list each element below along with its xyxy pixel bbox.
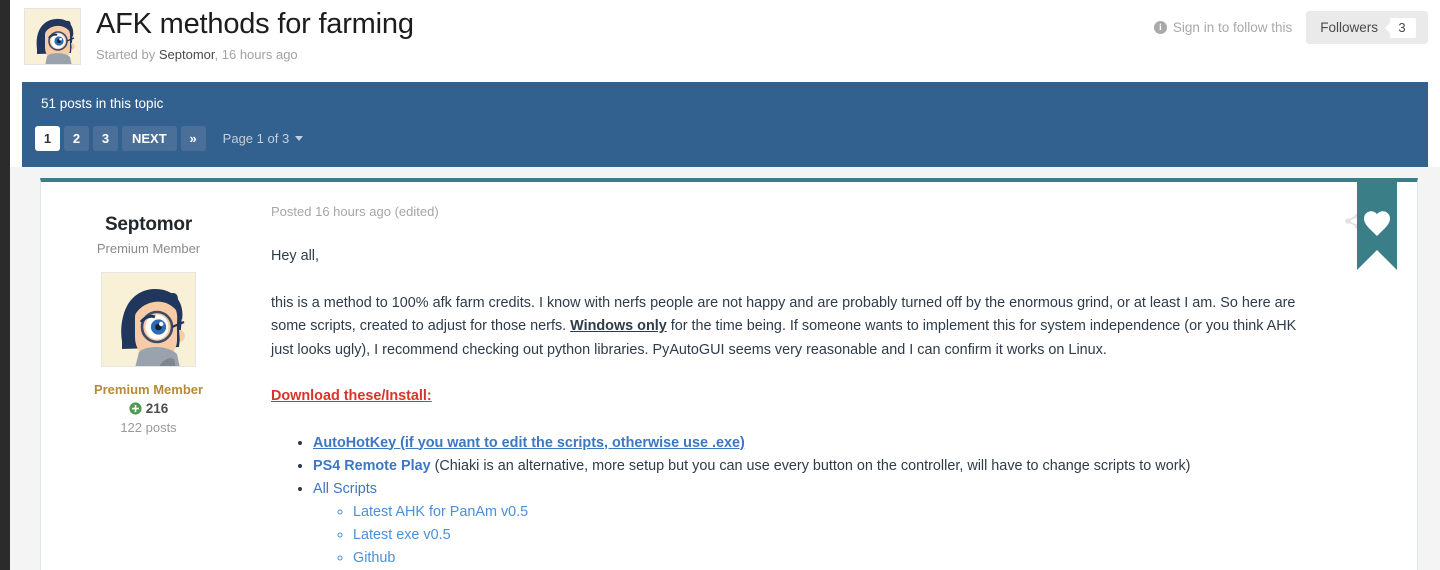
page-title: AFK methods for farming <box>96 8 414 40</box>
windows-only-emphasis: Windows only <box>570 318 667 334</box>
page-of-label: Page 1 of 3 <box>222 131 290 146</box>
thread-header: AFK methods for farming Started by Septo… <box>10 0 1440 82</box>
latest-exe-link[interactable]: Latest exe v0.5 <box>353 527 451 543</box>
last-page-button[interactable]: » <box>180 126 206 151</box>
list-item: AutoHotKey (if you want to edit the scri… <box>313 432 1307 455</box>
sign-in-to-follow[interactable]: i Sign in to follow this <box>1153 20 1293 35</box>
page-button-3[interactable]: 3 <box>93 126 118 151</box>
sign-in-to-follow-label: Sign in to follow this <box>1172 20 1293 35</box>
autohotkey-link[interactable]: AutoHotKey (if you want to edit the scri… <box>313 435 745 451</box>
list-item: Latest exe v0.5 <box>353 524 1307 547</box>
post-timestamp[interactable]: Posted 16 hours ago (edited) <box>271 204 1307 219</box>
followers-button[interactable]: Followers 3 <box>1306 11 1428 44</box>
author-name[interactable]: Septomor <box>41 214 256 236</box>
user-avatar-anime-icon <box>25 9 80 64</box>
latest-ahk-panam-link[interactable]: Latest AHK for PanAm v0.5 <box>353 504 528 520</box>
page-selector[interactable]: Page 1 of 3 <box>223 131 304 146</box>
thread-title-text: AFK methods for farming Started by Septo… <box>96 8 414 63</box>
thread-started-time: , 16 hours ago <box>214 47 298 62</box>
list-item: Github <box>353 547 1307 570</box>
post-author-column: Septomor Premium Member Premium Member 2… <box>41 182 256 435</box>
ps4-remote-play-note: (Chiaki is an alternative, more setup bu… <box>430 457 1191 474</box>
user-avatar-anime-icon <box>102 273 195 366</box>
post-actions-rail <box>1327 178 1417 570</box>
chevron-down-icon <box>295 136 304 141</box>
page-body: Septomor Premium Member Premium Member 2… <box>10 167 1440 570</box>
post-body: Hey all, this is a method to 100% afk fa… <box>271 245 1307 570</box>
list-item: Latest AHK for PanAm v0.5 <box>353 501 1307 524</box>
followers-count-wrap: 3 <box>1390 11 1428 44</box>
plus-circle-icon <box>129 402 142 415</box>
post-content: Posted 16 hours ago (edited) Hey all, th… <box>256 182 1327 570</box>
page-viewport: AFK methods for farming Started by Septo… <box>0 0 1440 570</box>
github-link[interactable]: Github <box>353 550 395 566</box>
post-card: Septomor Premium Member Premium Member 2… <box>40 178 1418 570</box>
thread-starter-link[interactable]: Septomor <box>159 47 215 62</box>
info-icon: i <box>1153 21 1167 34</box>
thread-starter-avatar[interactable] <box>24 8 81 65</box>
author-rank: Premium Member <box>96 241 201 256</box>
author-reputation-value: 216 <box>145 401 169 416</box>
download-heading: Download these/Install: <box>271 388 432 404</box>
download-links-list: AutoHotKey (if you want to edit the scri… <box>271 432 1307 570</box>
topic-toolbar: 51 posts in this topic 1 2 3 NEXT » Page… <box>22 82 1428 167</box>
all-scripts-link[interactable]: All Scripts <box>313 481 377 497</box>
followers-label: Followers <box>1320 20 1378 35</box>
followers-count-badge: 3 <box>1390 17 1416 38</box>
follow-controls: i Sign in to follow this Followers 3 <box>1153 11 1428 44</box>
started-by-prefix: Started by <box>96 47 159 62</box>
thread-title-block: AFK methods for farming Started by Septo… <box>24 8 414 65</box>
page-button-2[interactable]: 2 <box>64 126 89 151</box>
next-page-button[interactable]: NEXT <box>122 126 177 151</box>
page-button-1[interactable]: 1 <box>35 126 60 151</box>
left-edge-strip <box>0 0 10 570</box>
list-item: All Scripts Latest AHK for PanAm v0.5 La… <box>313 478 1307 570</box>
list-item: PS4 Remote Play (Chiaki is an alternativ… <box>313 455 1307 478</box>
author-reputation: 216 <box>41 401 256 416</box>
author-avatar[interactable] <box>101 272 196 367</box>
posts-in-topic-label: 51 posts in this topic <box>41 96 164 111</box>
post-greeting: Hey all, <box>271 248 319 264</box>
pagination: 1 2 3 NEXT » Page 1 of 3 <box>35 126 304 151</box>
ps4-remote-play-link[interactable]: PS4 Remote Play <box>313 458 431 474</box>
author-group-label: Premium Member <box>93 382 204 397</box>
like-ribbon[interactable] <box>1357 178 1397 278</box>
post-intro-paragraph: this is a method to 100% afk farm credit… <box>271 292 1307 363</box>
all-scripts-sublist: Latest AHK for PanAm v0.5 Latest exe v0.… <box>313 501 1307 570</box>
thread-byline: Started by Septomor, 16 hours ago <box>96 47 414 63</box>
author-post-count: 122 posts <box>120 420 177 435</box>
